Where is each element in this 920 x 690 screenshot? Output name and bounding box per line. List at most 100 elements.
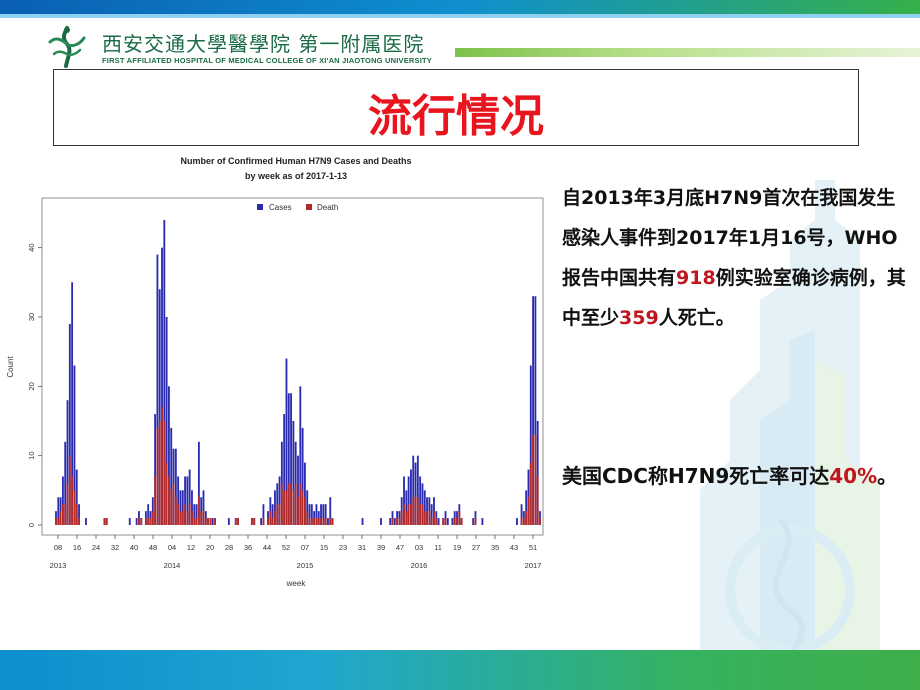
bar-death	[306, 511, 309, 525]
bar-death	[138, 518, 140, 525]
bar-cases	[446, 518, 449, 525]
x-tick-label-14: 15	[320, 543, 328, 552]
bar-death	[149, 518, 152, 525]
x-tick-label-23: 35	[491, 543, 499, 552]
bar-death	[525, 511, 528, 525]
bar-death	[283, 490, 286, 525]
y-tick-label-4: 40	[27, 243, 36, 251]
x-tick-label-5: 48	[149, 543, 157, 552]
bar-death	[416, 497, 419, 525]
year-label-3: 2016	[411, 561, 428, 570]
x-tick-label-24: 43	[510, 543, 518, 552]
legend-cases-swatch	[257, 204, 263, 210]
bar-death	[324, 518, 327, 525]
outbreak-description: 自2013年3月底H7N9首次在我国发生感染人事件到2017年1月16号，WHO…	[562, 178, 912, 338]
bar-death	[423, 511, 426, 525]
y-axis-label: Count	[6, 356, 15, 378]
bar-death	[156, 427, 159, 525]
x-tick-label-1: 16	[73, 543, 81, 552]
bar-death	[188, 504, 191, 525]
bar-death	[285, 490, 288, 525]
bar-death	[534, 434, 537, 525]
logo-english-name: FIRST AFFILIATED HOSPITAL OF MEDICAL COL…	[102, 56, 433, 65]
y-tick-label-3: 30	[27, 313, 36, 321]
legend-death-label: Death	[317, 203, 338, 212]
bar-death	[253, 518, 256, 525]
x-tick-label-11: 44	[263, 543, 271, 552]
slide-title-box: 流行情况	[53, 69, 859, 146]
bar-death	[269, 511, 272, 525]
top-thin-bar	[0, 14, 920, 18]
bar-death	[177, 504, 180, 525]
logo-school-name: 西安交通大學醫學院	[102, 32, 291, 56]
bar-death	[274, 511, 276, 525]
x-tick-label-9: 28	[225, 543, 233, 552]
x-tick-label-3: 32	[111, 543, 119, 552]
bar-death	[410, 504, 412, 525]
bar-death	[202, 511, 205, 525]
bar-death	[301, 490, 304, 525]
bar-death	[73, 490, 76, 525]
x-tick-label-12: 52	[282, 543, 290, 552]
bar-death	[271, 518, 274, 525]
cdc-text-part2: 。	[877, 464, 898, 488]
bar-death	[396, 518, 399, 525]
bar-death	[64, 504, 67, 525]
bar-death	[55, 518, 57, 525]
bar-death	[320, 518, 322, 525]
year-label-2: 2015	[297, 561, 314, 570]
bar-death	[147, 518, 150, 525]
bar-death	[204, 518, 207, 525]
bar-cases	[327, 518, 329, 525]
bar-death	[315, 518, 318, 525]
bar-death	[195, 518, 198, 525]
bar-death	[405, 511, 408, 525]
bar-cases	[393, 518, 396, 525]
case-count: 918	[676, 267, 716, 289]
bar-cases	[135, 518, 138, 525]
slide-title: 流行情况	[368, 91, 544, 142]
bar-death	[456, 518, 458, 525]
death-count: 359	[619, 307, 659, 329]
bar-death	[250, 518, 253, 525]
bar-death	[322, 518, 325, 525]
bar-death	[168, 476, 170, 525]
bar-cases	[128, 518, 131, 525]
bar-death	[444, 518, 447, 525]
bar-death	[474, 518, 477, 525]
x-tick-label-18: 47	[396, 543, 404, 552]
logo-chinese-name: 西安交通大學醫學院 第一附属医院	[102, 28, 424, 57]
bar-death	[539, 518, 541, 525]
bar-death	[207, 518, 210, 525]
cdc-text-part1: 美国CDC称H7N9死亡率可达	[562, 464, 830, 488]
bar-death	[299, 483, 302, 525]
bar-death	[209, 518, 212, 525]
bar-death	[165, 462, 168, 525]
bar-death	[280, 483, 283, 525]
bar-death	[234, 518, 237, 525]
bar-death	[144, 518, 147, 525]
hospital-emblem-icon	[48, 26, 86, 68]
outbreak-text-part3: 人死亡。	[658, 307, 735, 329]
bar-death	[458, 511, 461, 525]
bar-death	[151, 511, 154, 525]
bar-death	[407, 504, 410, 525]
legend: Cases Death	[257, 203, 338, 212]
bar-death	[428, 511, 431, 525]
x-tick-label-13: 07	[301, 543, 309, 552]
bar-death	[59, 511, 62, 525]
bar-death	[400, 511, 403, 525]
bar-cases	[516, 518, 518, 525]
x-tick-label-20: 11	[434, 543, 442, 552]
bar-death	[460, 518, 463, 525]
top-gradient-bar	[0, 0, 920, 14]
bar-death	[181, 511, 184, 525]
x-tick-label-22: 27	[472, 543, 480, 552]
bar-death	[105, 518, 108, 525]
bottom-gradient-bar	[0, 650, 920, 690]
bar-death	[412, 497, 415, 525]
bar-death	[262, 518, 265, 525]
bar-death	[313, 518, 316, 525]
bar-death	[419, 504, 422, 525]
bar-death	[184, 504, 186, 525]
